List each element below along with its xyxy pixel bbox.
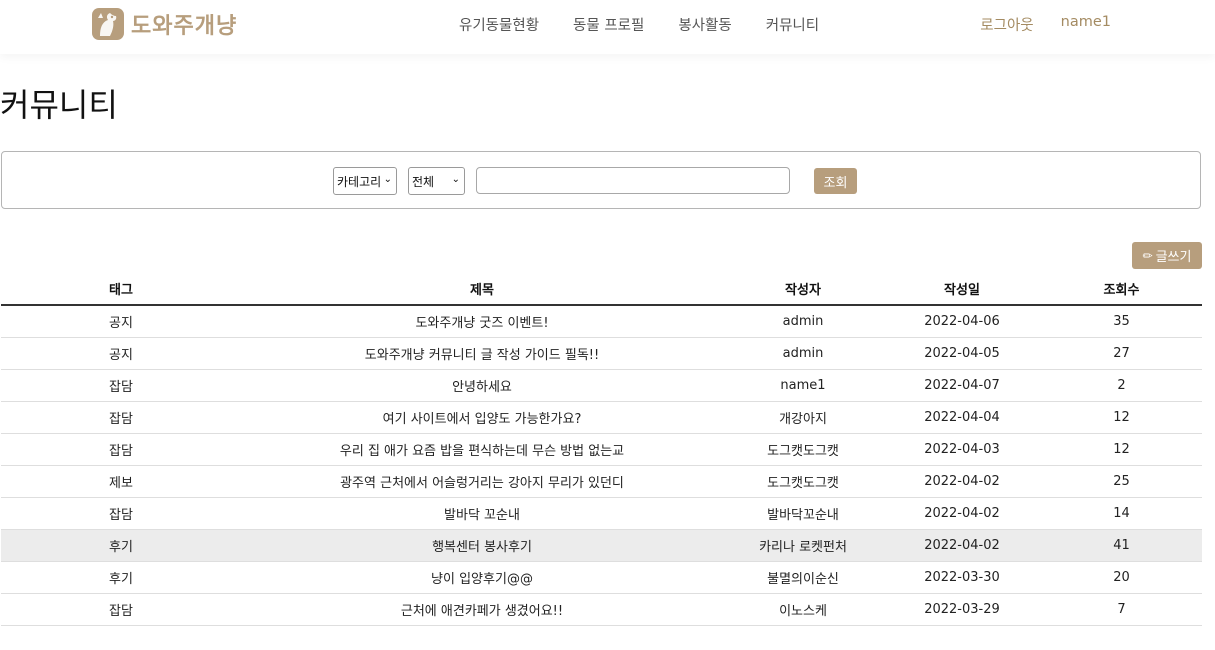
nav-item-volunteer[interactable]: 봉사활동 <box>678 14 731 35</box>
post-tag: 제보 <box>1 465 241 498</box>
scope-select[interactable]: 전체 ⌄ <box>408 167 465 195</box>
post-title[interactable]: 도와주개냥 굿즈 이벤트! <box>241 305 723 338</box>
post-title[interactable]: 광주역 근처에서 어슬렁거리는 강아지 무리가 있던디 <box>241 465 723 498</box>
post-title[interactable]: 안녕하세요 <box>241 369 723 402</box>
post-views: 25 <box>1041 465 1202 498</box>
search-panel: 카테고리 ⌄ 전체 ⌄ 조회 <box>1 151 1201 209</box>
chevron-down-icon: ⌄ <box>451 174 460 185</box>
post-tag: 잡담 <box>1 433 241 466</box>
nav-item-community[interactable]: 커뮤니티 <box>766 14 819 35</box>
table-row[interactable]: 공지 도와주개냥 커뮤니티 글 작성 가이드 필독!! admin 2022-0… <box>1 337 1202 370</box>
logout-link[interactable]: 로그아웃 <box>980 14 1033 35</box>
post-views: 12 <box>1041 401 1202 434</box>
category-select-value: 카테고리 <box>337 174 382 189</box>
post-author: admin <box>723 337 883 370</box>
post-author: name1 <box>723 369 883 402</box>
search-input[interactable] <box>476 167 790 194</box>
chevron-down-icon: ⌄ <box>383 174 392 185</box>
post-views: 27 <box>1041 337 1202 370</box>
post-date: 2022-04-03 <box>883 433 1041 466</box>
table-row-hovered[interactable]: 후기 행복센터 봉사후기 카리나 로켓펀처 2022-04-02 41 <box>1 529 1202 562</box>
post-title[interactable]: 여기 사이트에서 입양도 가능한가요? <box>241 401 723 434</box>
post-author: 카리나 로켓펀처 <box>723 529 883 562</box>
nav-item-shelter-animals[interactable]: 유기동물현황 <box>459 14 539 35</box>
post-title[interactable]: 도와주개냥 커뮤니티 글 작성 가이드 필독!! <box>241 337 723 370</box>
post-tag: 공지 <box>1 305 241 338</box>
site-logo[interactable]: 도와주개냥 <box>92 8 237 40</box>
table-row[interactable]: 제보 광주역 근처에서 어슬렁거리는 강아지 무리가 있던디 도그캣도그캣 20… <box>1 465 1202 498</box>
table-row[interactable]: 잡담 안녕하세요 name1 2022-04-07 2 <box>1 369 1202 402</box>
post-title[interactable]: 발바닥 꼬순내 <box>241 497 723 530</box>
post-views: 2 <box>1041 369 1202 402</box>
post-date: 2022-03-30 <box>883 561 1041 594</box>
post-date: 2022-04-05 <box>883 337 1041 370</box>
post-date: 2022-04-06 <box>883 305 1041 338</box>
post-title[interactable]: 행복센터 봉사후기 <box>241 529 723 562</box>
dog-cat-logo-icon <box>92 8 124 40</box>
post-title[interactable]: 우리 집 애가 요즘 밥을 편식하는데 무슨 방법 없는교 <box>241 433 723 466</box>
page-title: 커뮤니티 <box>0 86 118 124</box>
post-author: 개강아지 <box>723 401 883 434</box>
post-title[interactable]: 근처에 애견카페가 생겼어요!! <box>241 593 723 626</box>
scope-select-value: 전체 <box>412 174 435 189</box>
search-button[interactable]: 조회 <box>814 168 857 194</box>
post-tag: 잡담 <box>1 497 241 530</box>
post-author: 도그캣도그캣 <box>723 465 883 498</box>
post-title[interactable]: 냥이 입양후기@@ <box>241 561 723 594</box>
post-tag: 잡담 <box>1 401 241 434</box>
post-views: 20 <box>1041 561 1202 594</box>
post-author: 불멸의이순신 <box>723 561 883 594</box>
column-header-title[interactable]: 제목 <box>241 273 723 306</box>
category-select[interactable]: 카테고리 ⌄ <box>333 167 397 195</box>
username-link[interactable]: name1 <box>1061 14 1111 35</box>
write-post-button[interactable]: ✏ 글쓰기 <box>1132 242 1202 269</box>
table-row[interactable]: 공지 도와주개냥 굿즈 이벤트! admin 2022-04-06 35 <box>1 305 1202 338</box>
community-post-table: 태그 제목 작성자 작성일 조회수 공지 도와주개냥 굿즈 이벤트! admin… <box>1 273 1202 626</box>
post-date: 2022-04-07 <box>883 369 1041 402</box>
post-author: 발바닥꼬순내 <box>723 497 883 530</box>
table-header-row: 태그 제목 작성자 작성일 조회수 <box>1 273 1202 306</box>
column-header-author[interactable]: 작성자 <box>723 273 883 306</box>
pencil-icon: ✏ <box>1142 248 1153 263</box>
post-date: 2022-04-04 <box>883 401 1041 434</box>
post-date: 2022-04-02 <box>883 465 1041 498</box>
post-tag: 후기 <box>1 529 241 562</box>
post-views: 12 <box>1041 433 1202 466</box>
column-header-date[interactable]: 작성일 <box>883 273 1041 306</box>
table-row[interactable]: 잡담 근처에 애견카페가 생겼어요!! 이노스케 2022-03-29 7 <box>1 593 1202 626</box>
post-tag: 후기 <box>1 561 241 594</box>
column-header-tag[interactable]: 태그 <box>1 273 241 306</box>
post-views: 35 <box>1041 305 1202 338</box>
post-author: admin <box>723 305 883 338</box>
table-row[interactable]: 잡담 발바닥 꼬순내 발바닥꼬순내 2022-04-02 14 <box>1 497 1202 530</box>
post-author: 이노스케 <box>723 593 883 626</box>
post-date: 2022-03-29 <box>883 593 1041 626</box>
post-views: 41 <box>1041 529 1202 562</box>
top-navigation-bar: 도와주개냥 유기동물현황 동물 프로필 봉사활동 커뮤니티 로그아웃 name1 <box>0 0 1215 54</box>
auth-area: 로그아웃 name1 <box>953 14 1111 35</box>
post-date: 2022-04-02 <box>883 529 1041 562</box>
column-header-views[interactable]: 조회수 <box>1041 273 1202 306</box>
main-nav: 유기동물현황 동물 프로필 봉사활동 커뮤니티 <box>459 14 853 35</box>
logo-text: 도와주개냥 <box>131 14 238 39</box>
nav-item-animal-profile[interactable]: 동물 프로필 <box>573 14 644 35</box>
post-tag: 공지 <box>1 337 241 370</box>
table-row[interactable]: 잡담 여기 사이트에서 입양도 가능한가요? 개강아지 2022-04-04 1… <box>1 401 1202 434</box>
table-row[interactable]: 후기 냥이 입양후기@@ 불멸의이순신 2022-03-30 20 <box>1 561 1202 594</box>
post-author: 도그캣도그캣 <box>723 433 883 466</box>
post-date: 2022-04-02 <box>883 497 1041 530</box>
write-post-label: 글쓰기 <box>1155 250 1192 265</box>
post-tag: 잡담 <box>1 593 241 626</box>
post-views: 7 <box>1041 593 1202 626</box>
table-row[interactable]: 잡담 우리 집 애가 요즘 밥을 편식하는데 무슨 방법 없는교 도그캣도그캣 … <box>1 433 1202 466</box>
post-views: 14 <box>1041 497 1202 530</box>
post-tag: 잡담 <box>1 369 241 402</box>
